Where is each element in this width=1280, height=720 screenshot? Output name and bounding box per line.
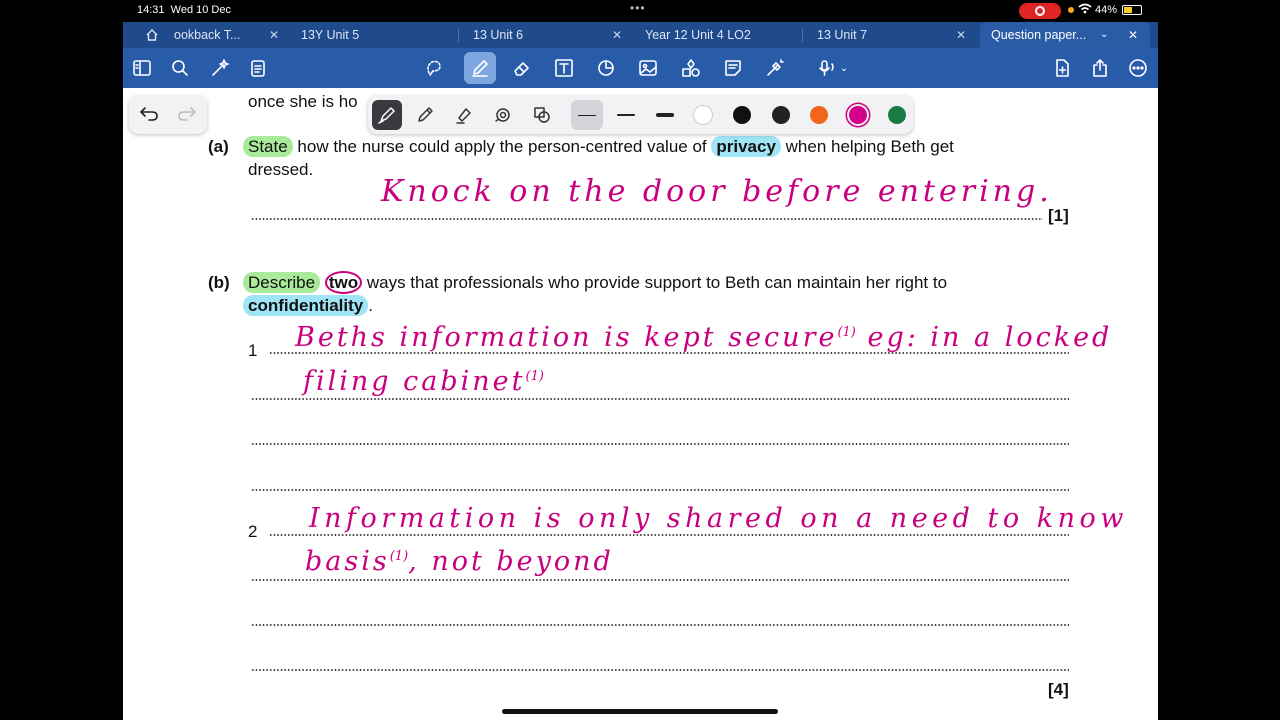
- close-tab-icon[interactable]: ✕: [1128, 22, 1138, 48]
- answer-line: [251, 218, 1043, 220]
- question-a-text: State how the nurse could apply the pers…: [243, 136, 954, 157]
- image-icon[interactable]: [636, 56, 660, 80]
- pen-palette: [368, 96, 913, 134]
- color-orange[interactable]: [810, 106, 828, 124]
- marks-b: [4]: [1048, 680, 1069, 699]
- wifi-icon: [1078, 3, 1092, 17]
- handwritten-answer-a: Knock on the door before entering.: [381, 174, 1053, 209]
- answer-line: [269, 534, 1069, 536]
- share-icon[interactable]: [1088, 56, 1112, 80]
- width-fine[interactable]: [571, 100, 603, 130]
- close-tab-icon[interactable]: ✕: [956, 22, 966, 48]
- close-tab-icon[interactable]: ✕: [612, 22, 622, 48]
- question-b-text: Describe two ways that professionals who…: [243, 271, 947, 294]
- clipboard-icon[interactable]: [246, 56, 270, 80]
- answer-line: [251, 443, 1069, 445]
- question-a-label: (a): [208, 137, 229, 156]
- marks-a: [1]: [1048, 206, 1069, 225]
- handwritten-answer-b2-line1: Information is only shared on a need to …: [309, 503, 1128, 534]
- tab-question-paper[interactable]: Question paper... ⌄ ✕: [980, 22, 1150, 48]
- color-green[interactable]: [888, 106, 906, 124]
- pen-tool-icon[interactable]: [464, 52, 496, 84]
- question-b-text-line2: confidentiality.: [243, 295, 373, 316]
- brush-icon[interactable]: [491, 103, 515, 127]
- tab-label: 13Y Unit 5: [301, 28, 360, 42]
- magic-icon[interactable]: [208, 56, 232, 80]
- ipad-screen: 14:31 Wed 10 Dec ••• 44% ookback T... ✕ …: [0, 0, 1280, 720]
- screen-record-icon[interactable]: [1019, 3, 1061, 19]
- highlighter-icon[interactable]: [452, 103, 476, 127]
- tab-label: Question paper...: [991, 28, 1087, 42]
- status-bar: 14:31 Wed 10 Dec ••• 44%: [0, 0, 1280, 22]
- battery-percent: 44%: [1095, 4, 1118, 16]
- close-tab-icon[interactable]: ✕: [269, 22, 279, 48]
- home-indicator[interactable]: [502, 709, 778, 714]
- home-icon[interactable]: [145, 22, 159, 48]
- shape-pen-icon[interactable]: [530, 103, 554, 127]
- tab-year-12-unit-4[interactable]: Year 12 Unit 4 LO2: [645, 22, 795, 48]
- status-time: 14:31 Wed 10 Dec: [137, 4, 231, 16]
- tab-lookback[interactable]: ookback T... ✕: [174, 22, 284, 48]
- question-b-label: (b): [208, 273, 230, 292]
- handwritten-answer-b2-line2: basis(1), not beyond: [305, 546, 614, 577]
- answer-number-2: 2: [248, 522, 258, 541]
- sidebar-icon[interactable]: [130, 56, 154, 80]
- more-icon[interactable]: [1126, 56, 1150, 80]
- partial-text-line: once she is ho: [248, 92, 358, 111]
- answer-number-1: 1: [248, 341, 258, 360]
- tab-13-unit-7[interactable]: 13 Unit 7 ✕: [817, 22, 967, 48]
- undo-redo-panel: [129, 96, 207, 134]
- add-page-icon[interactable]: [1050, 56, 1074, 80]
- tab-bar: ookback T... ✕ 13Y Unit 5 13 Unit 6 ✕ Ye…: [123, 22, 1158, 48]
- mic-indicator-icon: [1068, 7, 1074, 13]
- shapes-icon[interactable]: [594, 56, 618, 80]
- color-magenta[interactable]: [849, 106, 867, 124]
- mic-icon[interactable]: ⌄: [813, 56, 853, 80]
- color-dark[interactable]: [772, 106, 790, 124]
- answer-line: [251, 669, 1069, 671]
- width-thick[interactable]: [649, 100, 681, 130]
- tab-13-unit-6[interactable]: 13 Unit 6 ✕: [473, 22, 623, 48]
- fountain-pen-icon[interactable]: [372, 100, 402, 130]
- answer-line: [251, 624, 1069, 626]
- eraser-icon[interactable]: [510, 56, 534, 80]
- multitask-dots-icon[interactable]: •••: [630, 1, 646, 15]
- handwritten-answer-b1-line2: filing cabinet(1): [303, 366, 544, 397]
- answer-line: [251, 489, 1069, 491]
- chevron-down-icon[interactable]: ⌄: [1100, 22, 1108, 48]
- width-medium[interactable]: [610, 100, 642, 130]
- answer-line: [251, 398, 1069, 400]
- text-icon[interactable]: [552, 56, 576, 80]
- laser-icon[interactable]: [763, 56, 787, 80]
- undo-icon[interactable]: [139, 105, 159, 126]
- question-a-text-line2: dressed.: [248, 160, 314, 179]
- ballpoint-pen-icon[interactable]: [413, 103, 437, 127]
- tab-label: 13 Unit 6: [473, 28, 524, 42]
- redo-icon[interactable]: [177, 105, 197, 126]
- tab-label: 13 Unit 7: [817, 28, 868, 42]
- document-page[interactable]: once she is ho (a) State how the nurse c…: [123, 88, 1158, 720]
- tab-label: Year 12 Unit 4 LO2: [645, 28, 751, 42]
- tab-label: ookback T...: [174, 28, 241, 42]
- circled-two: two: [324, 271, 363, 294]
- stickers-icon[interactable]: [679, 56, 703, 80]
- handwritten-answer-b1-line1: Beths information is kept secure(1) eg: …: [295, 322, 1113, 353]
- battery-icon: [1122, 5, 1142, 15]
- search-icon[interactable]: [168, 56, 192, 80]
- color-white[interactable]: [694, 106, 712, 124]
- note-icon[interactable]: [721, 56, 745, 80]
- main-toolbar: ⌄: [123, 48, 1158, 88]
- lasso-icon[interactable]: [422, 56, 446, 80]
- color-black[interactable]: [733, 106, 751, 124]
- answer-line: [269, 352, 1069, 354]
- answer-line: [251, 579, 1069, 581]
- tab-13y-unit-5[interactable]: 13Y Unit 5: [301, 22, 451, 48]
